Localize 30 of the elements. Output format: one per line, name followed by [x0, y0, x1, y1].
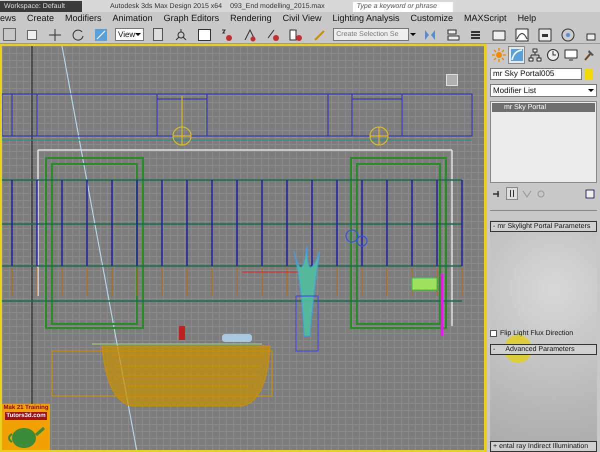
hierarchy-icon — [528, 48, 542, 62]
select-region-icon[interactable] — [0, 26, 18, 44]
modifier-list-dropdown[interactable]: Modifier List — [490, 84, 597, 97]
reference-dropdown[interactable]: View — [115, 28, 144, 41]
clock-icon — [546, 48, 560, 62]
hammer-icon — [582, 48, 596, 62]
menu-item[interactable]: Rendering — [230, 12, 272, 26]
sun-icon — [492, 48, 506, 62]
panel-tab[interactable] — [526, 46, 543, 64]
schematic-icon[interactable] — [536, 26, 554, 44]
configure-icon[interactable] — [585, 188, 595, 198]
monitor-icon — [564, 48, 578, 62]
menu-item[interactable]: Modifiers — [65, 12, 102, 26]
show-end-result-icon[interactable] — [506, 187, 518, 200]
menu-item[interactable]: Lighting Analysis — [332, 12, 400, 26]
menu-item[interactable]: ews — [0, 12, 16, 26]
menu-item[interactable]: Animation — [112, 12, 153, 26]
menu-item[interactable]: Help — [518, 12, 536, 26]
menu-item[interactable]: Create — [27, 12, 54, 26]
object-color-swatch[interactable] — [585, 68, 593, 80]
curve-editor-icon[interactable] — [513, 26, 532, 44]
menu-item[interactable]: MAXScript — [464, 12, 507, 26]
menu-item[interactable]: Civil View — [282, 12, 322, 26]
material-editor-icon[interactable] — [559, 26, 578, 44]
bent-curve-icon — [510, 48, 524, 62]
object-name-field[interactable]: mr Sky Portal005 — [490, 68, 582, 80]
caret-icon[interactable] — [410, 33, 416, 36]
pin-icon[interactable] — [492, 188, 502, 198]
menu-item[interactable]: Customize — [410, 12, 454, 26]
menu-item[interactable]: Graph Editors — [164, 12, 220, 26]
